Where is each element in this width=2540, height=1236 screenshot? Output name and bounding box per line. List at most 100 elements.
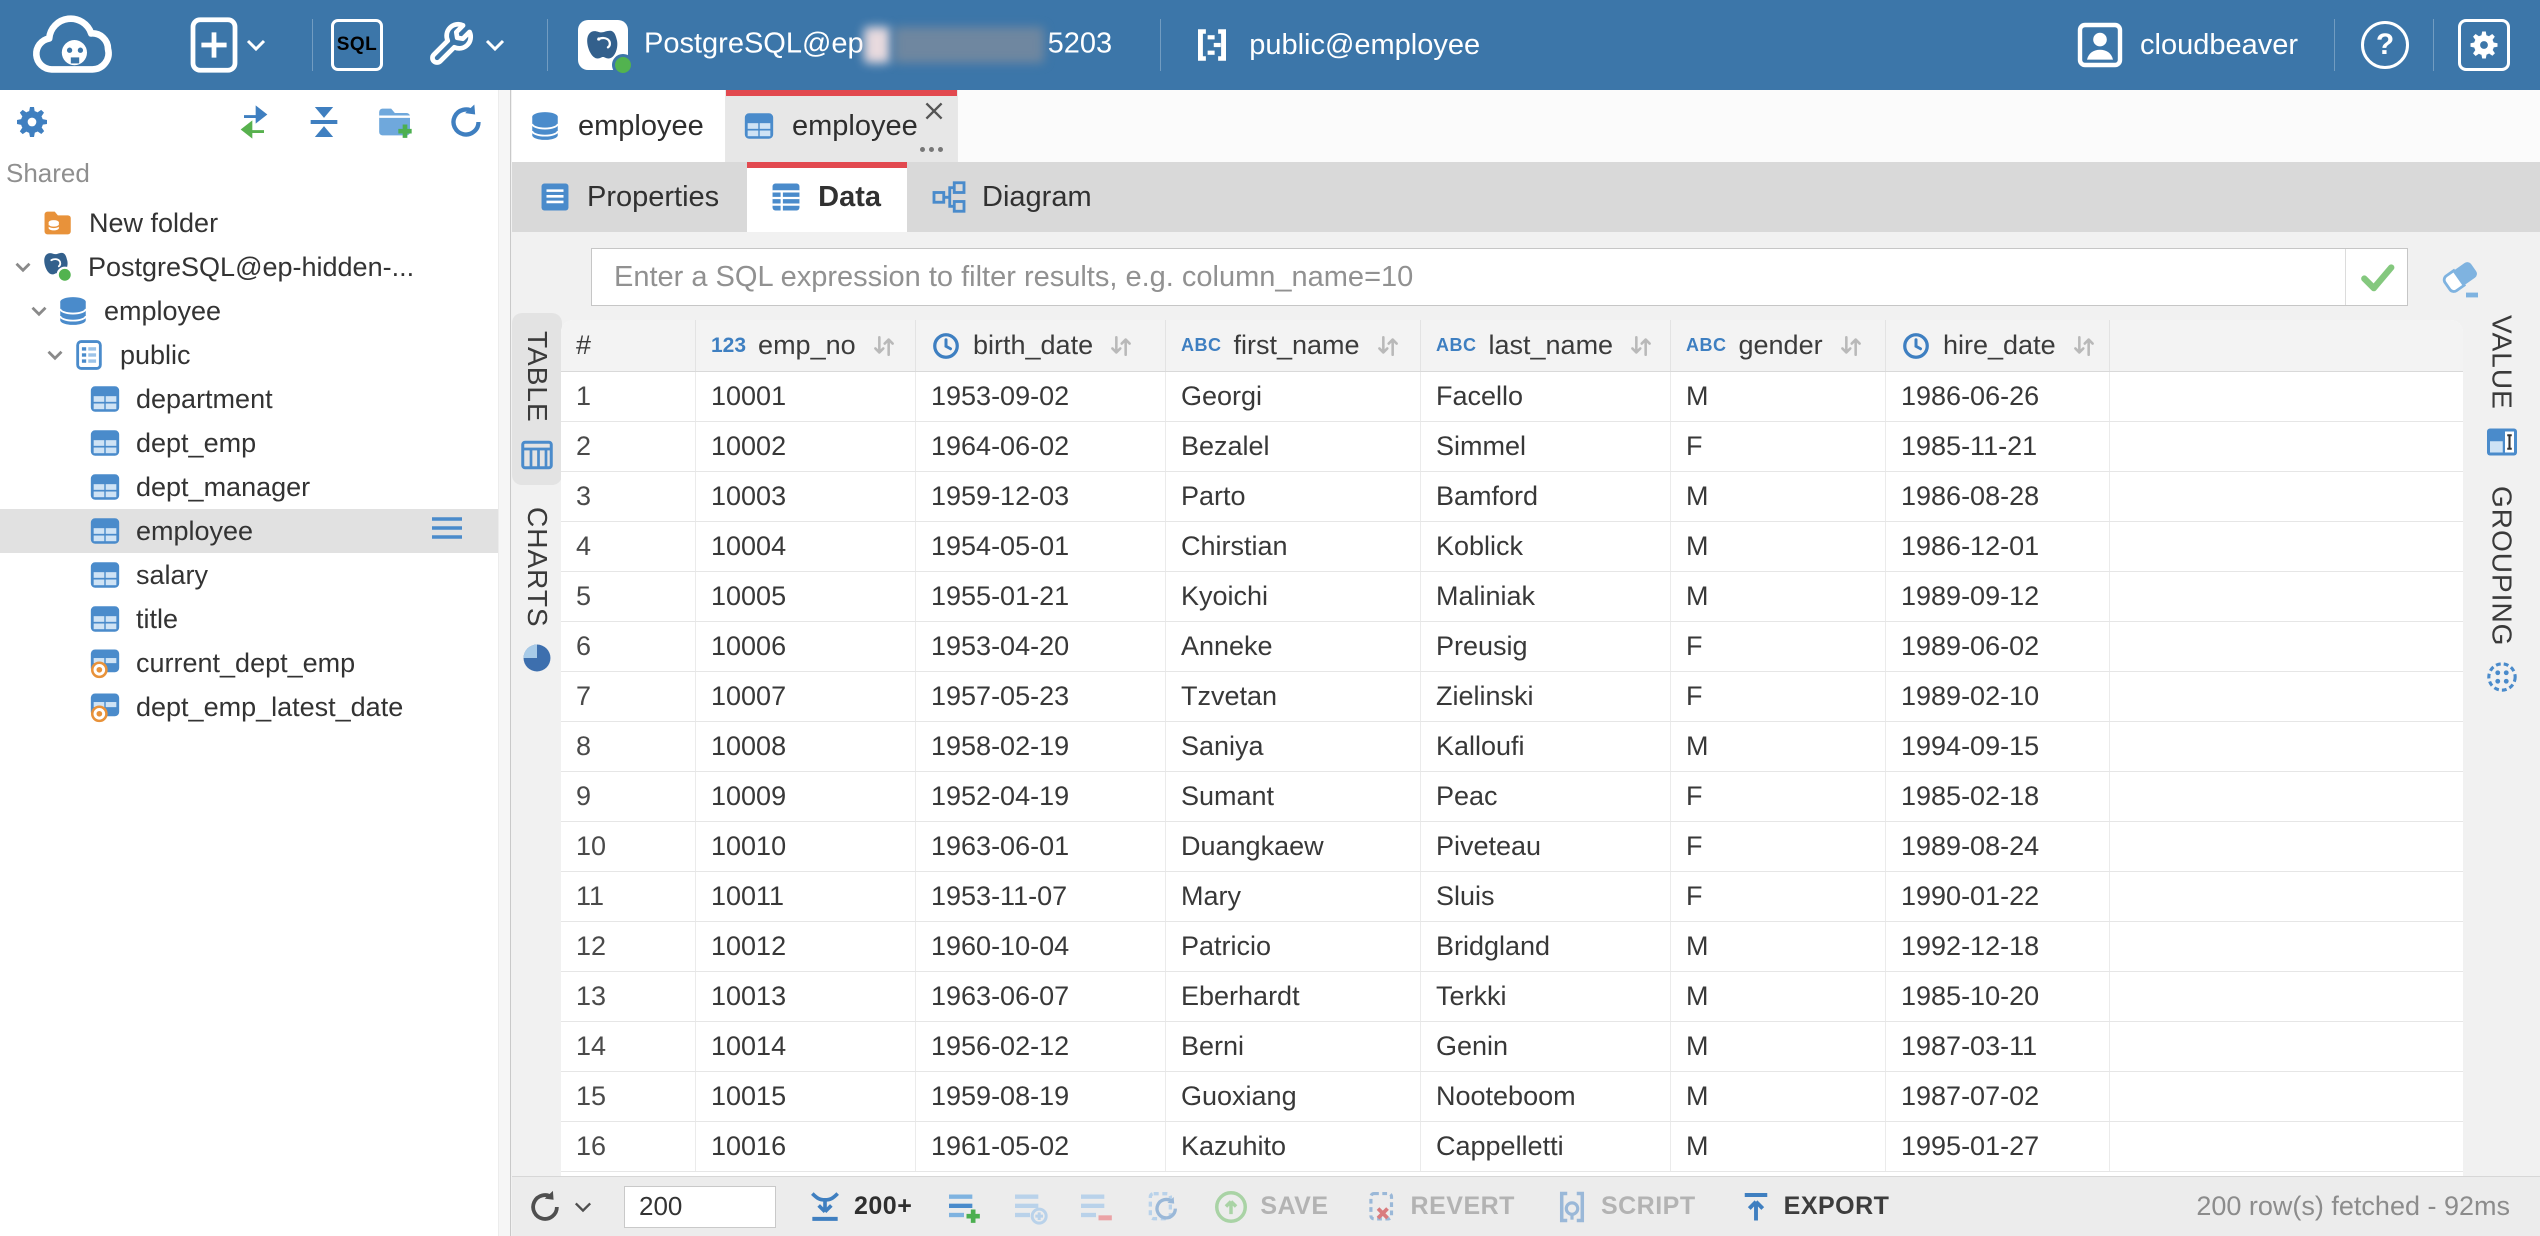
- table-cell[interactable]: Anneke: [1166, 622, 1421, 671]
- table-cell[interactable]: 1989-06-02: [1886, 622, 2110, 671]
- table-cell[interactable]: 10006: [696, 622, 916, 671]
- table-cell[interactable]: 10015: [696, 1072, 916, 1121]
- row-number-cell[interactable]: 9: [561, 772, 696, 821]
- table-cell[interactable]: 10001: [696, 372, 916, 421]
- table-cell[interactable]: Cappelletti: [1421, 1122, 1671, 1171]
- table-cell[interactable]: F: [1671, 672, 1886, 721]
- apply-filter-button[interactable]: [2345, 249, 2407, 305]
- table-cell[interactable]: 1987-03-11: [1886, 1022, 2110, 1071]
- table-cell[interactable]: Terkki: [1421, 972, 1671, 1021]
- collapse-all-button[interactable]: [304, 102, 344, 142]
- table-cell[interactable]: Kalloufi: [1421, 722, 1671, 771]
- table-cell[interactable]: 1955-01-21: [916, 572, 1166, 621]
- table-cell[interactable]: 10008: [696, 722, 916, 771]
- table-cell[interactable]: 10003: [696, 472, 916, 521]
- sort-icon[interactable]: [1627, 332, 1655, 360]
- table-cell[interactable]: Tzvetan: [1166, 672, 1421, 721]
- clear-filter-button[interactable]: [2438, 254, 2486, 305]
- row-number-cell[interactable]: 6: [561, 622, 696, 671]
- table-cell[interactable]: Facello: [1421, 372, 1671, 421]
- table-cell[interactable]: F: [1671, 772, 1886, 821]
- tree-item-table-department[interactable]: department: [0, 377, 510, 421]
- table-cell[interactable]: Chirstian: [1166, 522, 1421, 571]
- table-cell[interactable]: Preusig: [1421, 622, 1671, 671]
- table-cell[interactable]: 10009: [696, 772, 916, 821]
- table-cell[interactable]: 1985-11-21: [1886, 422, 2110, 471]
- row-number-cell[interactable]: 1: [561, 372, 696, 421]
- table-cell[interactable]: Mary: [1166, 872, 1421, 921]
- new-folder-button[interactable]: [374, 102, 416, 142]
- sort-icon[interactable]: [1837, 332, 1865, 360]
- export-button[interactable]: EXPORT: [1738, 1188, 1890, 1226]
- table-cell[interactable]: 1986-08-28: [1886, 472, 2110, 521]
- presentation-tab-table[interactable]: TABLE: [512, 313, 562, 485]
- table-cell[interactable]: Bamford: [1421, 472, 1671, 521]
- table-cell[interactable]: 1989-02-10: [1886, 672, 2110, 721]
- revert-button[interactable]: REVERT: [1363, 1188, 1515, 1226]
- presentation-tab-charts[interactable]: CHARTS: [520, 507, 554, 676]
- table-cell[interactable]: Zielinski: [1421, 672, 1671, 721]
- row-number-cell[interactable]: 14: [561, 1022, 696, 1071]
- chevron-down-icon[interactable]: [6, 254, 40, 280]
- schema-selector[interactable]: public@employee: [1191, 22, 1480, 68]
- table-cell[interactable]: Georgi: [1166, 372, 1421, 421]
- row-number-cell[interactable]: 12: [561, 922, 696, 971]
- table-cell[interactable]: Peac: [1421, 772, 1671, 821]
- table-cell[interactable]: Saniya: [1166, 722, 1421, 771]
- table-cell[interactable]: M: [1671, 1022, 1886, 1071]
- tab-menu-dots-icon[interactable]: [920, 147, 943, 152]
- sql-editor-button[interactable]: SQL: [331, 19, 383, 71]
- row-number-cell[interactable]: 5: [561, 572, 696, 621]
- panel-tab-grouping[interactable]: GROUPING: [2485, 486, 2519, 694]
- table-cell[interactable]: Eberhardt: [1166, 972, 1421, 1021]
- table-cell[interactable]: Guoxiang: [1166, 1072, 1421, 1121]
- link-with-editor-button[interactable]: [234, 102, 274, 142]
- table-cell[interactable]: 1959-12-03: [916, 472, 1166, 521]
- column-header-hire_date[interactable]: hire_date: [1886, 320, 2110, 371]
- table-cell[interactable]: 10005: [696, 572, 916, 621]
- tools-button[interactable]: [423, 18, 505, 72]
- table-cell[interactable]: Patricio: [1166, 922, 1421, 971]
- table-cell[interactable]: 1961-05-02: [916, 1122, 1166, 1171]
- help-button[interactable]: ?: [2361, 21, 2409, 69]
- tree-item-table-dept-manager[interactable]: dept_manager: [0, 465, 510, 509]
- table-cell[interactable]: 1990-01-22: [1886, 872, 2110, 921]
- tree-item-table-dept-emp[interactable]: dept_emp: [0, 421, 510, 465]
- table-cell[interactable]: 1953-09-02: [916, 372, 1166, 421]
- table-cell[interactable]: M: [1671, 1072, 1886, 1121]
- table-cell[interactable]: F: [1671, 422, 1886, 471]
- table-cell[interactable]: 10002: [696, 422, 916, 471]
- table-cell[interactable]: 1953-11-07: [916, 872, 1166, 921]
- table-cell[interactable]: F: [1671, 622, 1886, 671]
- tree-item-table-title[interactable]: title: [0, 597, 510, 641]
- row-number-cell[interactable]: 4: [561, 522, 696, 571]
- table-cell[interactable]: 10016: [696, 1122, 916, 1171]
- row-number-cell[interactable]: 8: [561, 722, 696, 771]
- table-cell[interactable]: Duangkaew: [1166, 822, 1421, 871]
- tab-data[interactable]: Data: [747, 162, 907, 232]
- column-header-emp_no[interactable]: 123emp_no: [696, 320, 916, 371]
- table-cell[interactable]: 10011: [696, 872, 916, 921]
- table-cell[interactable]: 1958-02-19: [916, 722, 1166, 771]
- table-cell[interactable]: 1957-05-23: [916, 672, 1166, 721]
- table-cell[interactable]: 1954-05-01: [916, 522, 1166, 571]
- table-cell[interactable]: 10013: [696, 972, 916, 1021]
- refresh-tree-button[interactable]: [446, 102, 486, 142]
- table-cell[interactable]: Koblick: [1421, 522, 1671, 571]
- table-cell[interactable]: Bezalel: [1166, 422, 1421, 471]
- table-cell[interactable]: M: [1671, 972, 1886, 1021]
- table-cell[interactable]: M: [1671, 1122, 1886, 1171]
- chevron-down-icon[interactable]: [22, 298, 56, 324]
- table-cell[interactable]: M: [1671, 922, 1886, 971]
- tree-item-connection-postgresql[interactable]: PostgreSQL@ep-hidden-...: [0, 245, 510, 289]
- tree-item-table-salary[interactable]: salary: [0, 553, 510, 597]
- row-number-cell[interactable]: 13: [561, 972, 696, 1021]
- user-menu[interactable]: cloudbeaver: [2076, 21, 2298, 69]
- column-header-gender[interactable]: ABCgender: [1671, 320, 1886, 371]
- table-cell[interactable]: Nooteboom: [1421, 1072, 1671, 1121]
- table-cell[interactable]: Sumant: [1166, 772, 1421, 821]
- table-cell[interactable]: Simmel: [1421, 422, 1671, 471]
- tree-item-view-current-dept-emp[interactable]: current_dept_emp: [0, 641, 510, 685]
- table-cell[interactable]: M: [1671, 522, 1886, 571]
- table-cell[interactable]: Kyoichi: [1166, 572, 1421, 621]
